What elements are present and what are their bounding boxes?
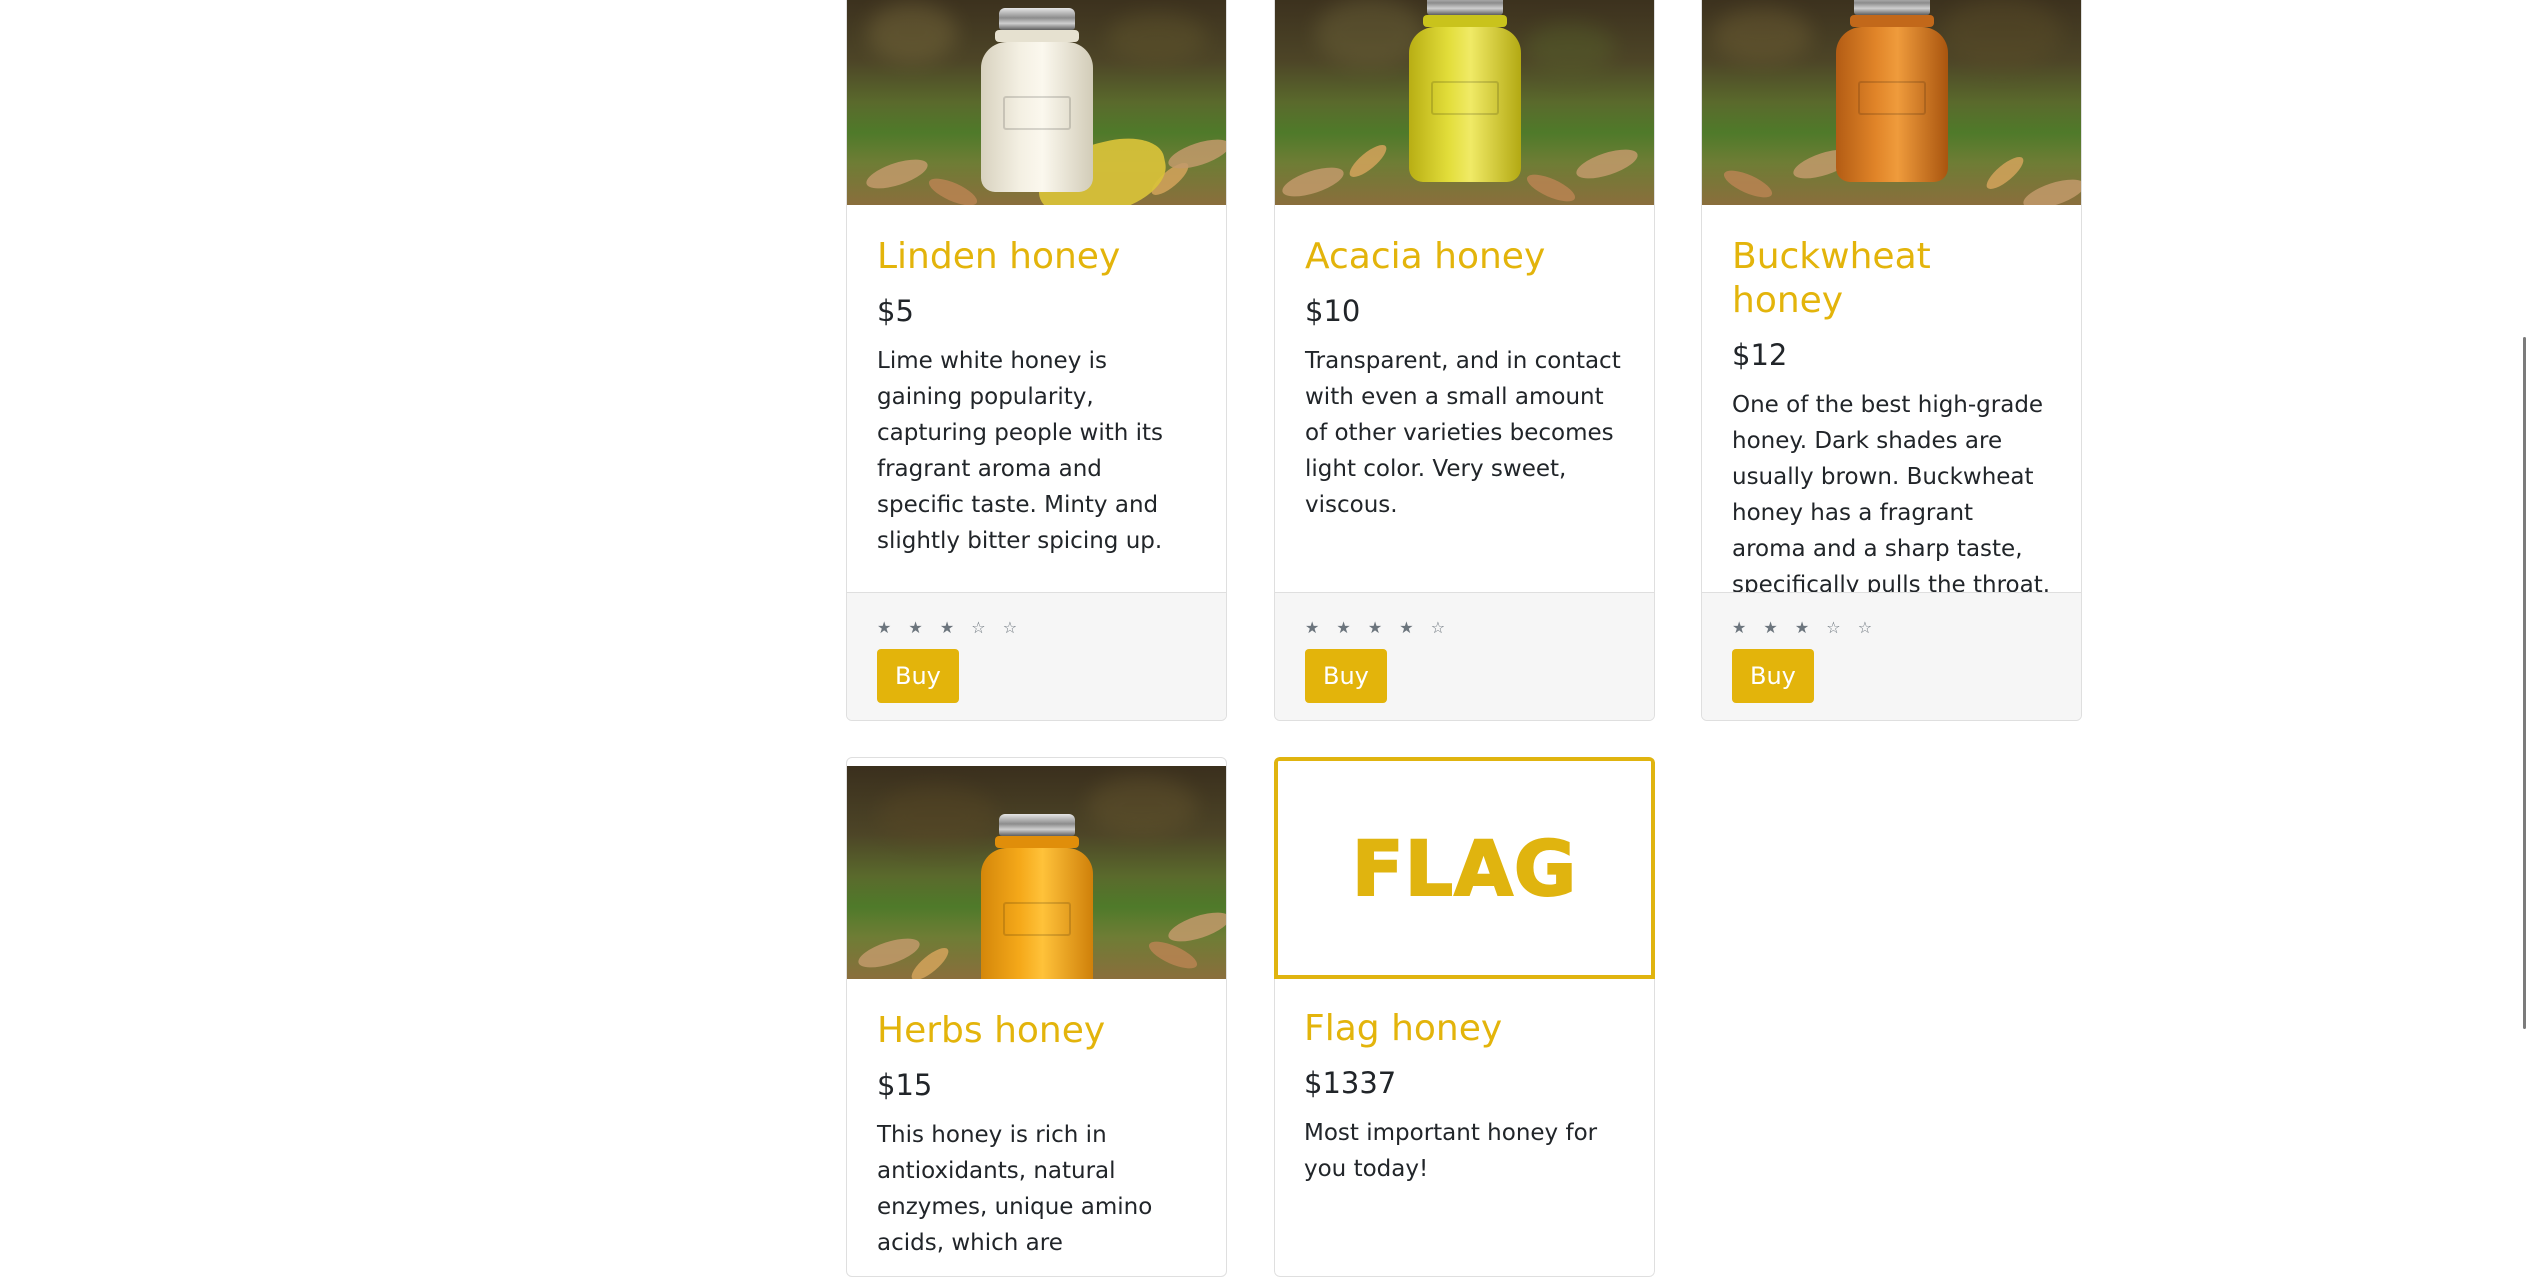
product-card: Linden honey $5 Lime white honey is gain… bbox=[846, 0, 1227, 721]
star-rating: ★ ★ ★ ★ ☆ bbox=[1305, 618, 1452, 637]
flag-logo: FLAG bbox=[1274, 757, 1655, 979]
product-title[interactable]: Herbs honey bbox=[877, 1009, 1196, 1053]
card-body: Buckwheat honey $12 One of the best high… bbox=[1702, 205, 2081, 603]
product-price: $5 bbox=[877, 294, 914, 328]
product-card: Acacia honey $10 Transparent, and in con… bbox=[1274, 0, 1655, 721]
scrollbar-thumb[interactable] bbox=[2523, 337, 2526, 1029]
product-title[interactable]: Buckwheat honey bbox=[1732, 235, 2051, 323]
scrollbar[interactable] bbox=[2520, 0, 2530, 1256]
flag-logo-text: FLAG bbox=[1351, 823, 1578, 914]
card-footer: ★ ★ ★ ☆ ☆ Buy bbox=[1702, 592, 2081, 720]
product-price: $15 bbox=[877, 1068, 933, 1102]
product-price: $12 bbox=[1732, 338, 1788, 372]
product-title[interactable]: Linden honey bbox=[877, 235, 1196, 279]
product-description: Lime white honey is gaining popularity, … bbox=[877, 348, 1164, 554]
buy-button[interactable]: Buy bbox=[1732, 649, 1814, 703]
product-card: FLAG Flag honey $1337 Most important hon… bbox=[1274, 757, 1655, 1277]
product-card: Herbs honey $15 This honey is rich in an… bbox=[846, 757, 1227, 1277]
card-body: Acacia honey $10 Transparent, and in con… bbox=[1275, 205, 1654, 523]
star-rating: ★ ★ ★ ☆ ☆ bbox=[877, 618, 1024, 637]
star-rating: ★ ★ ★ ☆ ☆ bbox=[1732, 618, 1879, 637]
product-image bbox=[847, 766, 1226, 979]
card-footer: ★ ★ ★ ☆ ☆ Buy bbox=[847, 592, 1226, 720]
buy-button[interactable]: Buy bbox=[877, 649, 959, 703]
product-description: This honey is rich in antioxidants, natu… bbox=[877, 1122, 1153, 1256]
product-grid: Linden honey $5 Lime white honey is gain… bbox=[0, 0, 2530, 1277]
product-image bbox=[1702, 0, 2081, 205]
card-footer: ★ ★ ★ ★ ☆ Buy bbox=[1275, 592, 1654, 720]
card-body: Linden honey $5 Lime white honey is gain… bbox=[847, 205, 1226, 559]
product-description: One of the best high-grade honey. Dark s… bbox=[1732, 392, 2051, 598]
card-body: Herbs honey $15 This honey is rich in an… bbox=[847, 979, 1226, 1261]
buy-button[interactable]: Buy bbox=[1305, 649, 1387, 703]
product-title[interactable]: Acacia honey bbox=[1305, 235, 1624, 279]
product-card: Buckwheat honey $12 One of the best high… bbox=[1701, 0, 2082, 721]
product-image bbox=[1275, 0, 1654, 205]
product-image bbox=[847, 0, 1226, 205]
product-description: Transparent, and in contact with even a … bbox=[1305, 348, 1621, 518]
product-price: $10 bbox=[1305, 294, 1361, 328]
